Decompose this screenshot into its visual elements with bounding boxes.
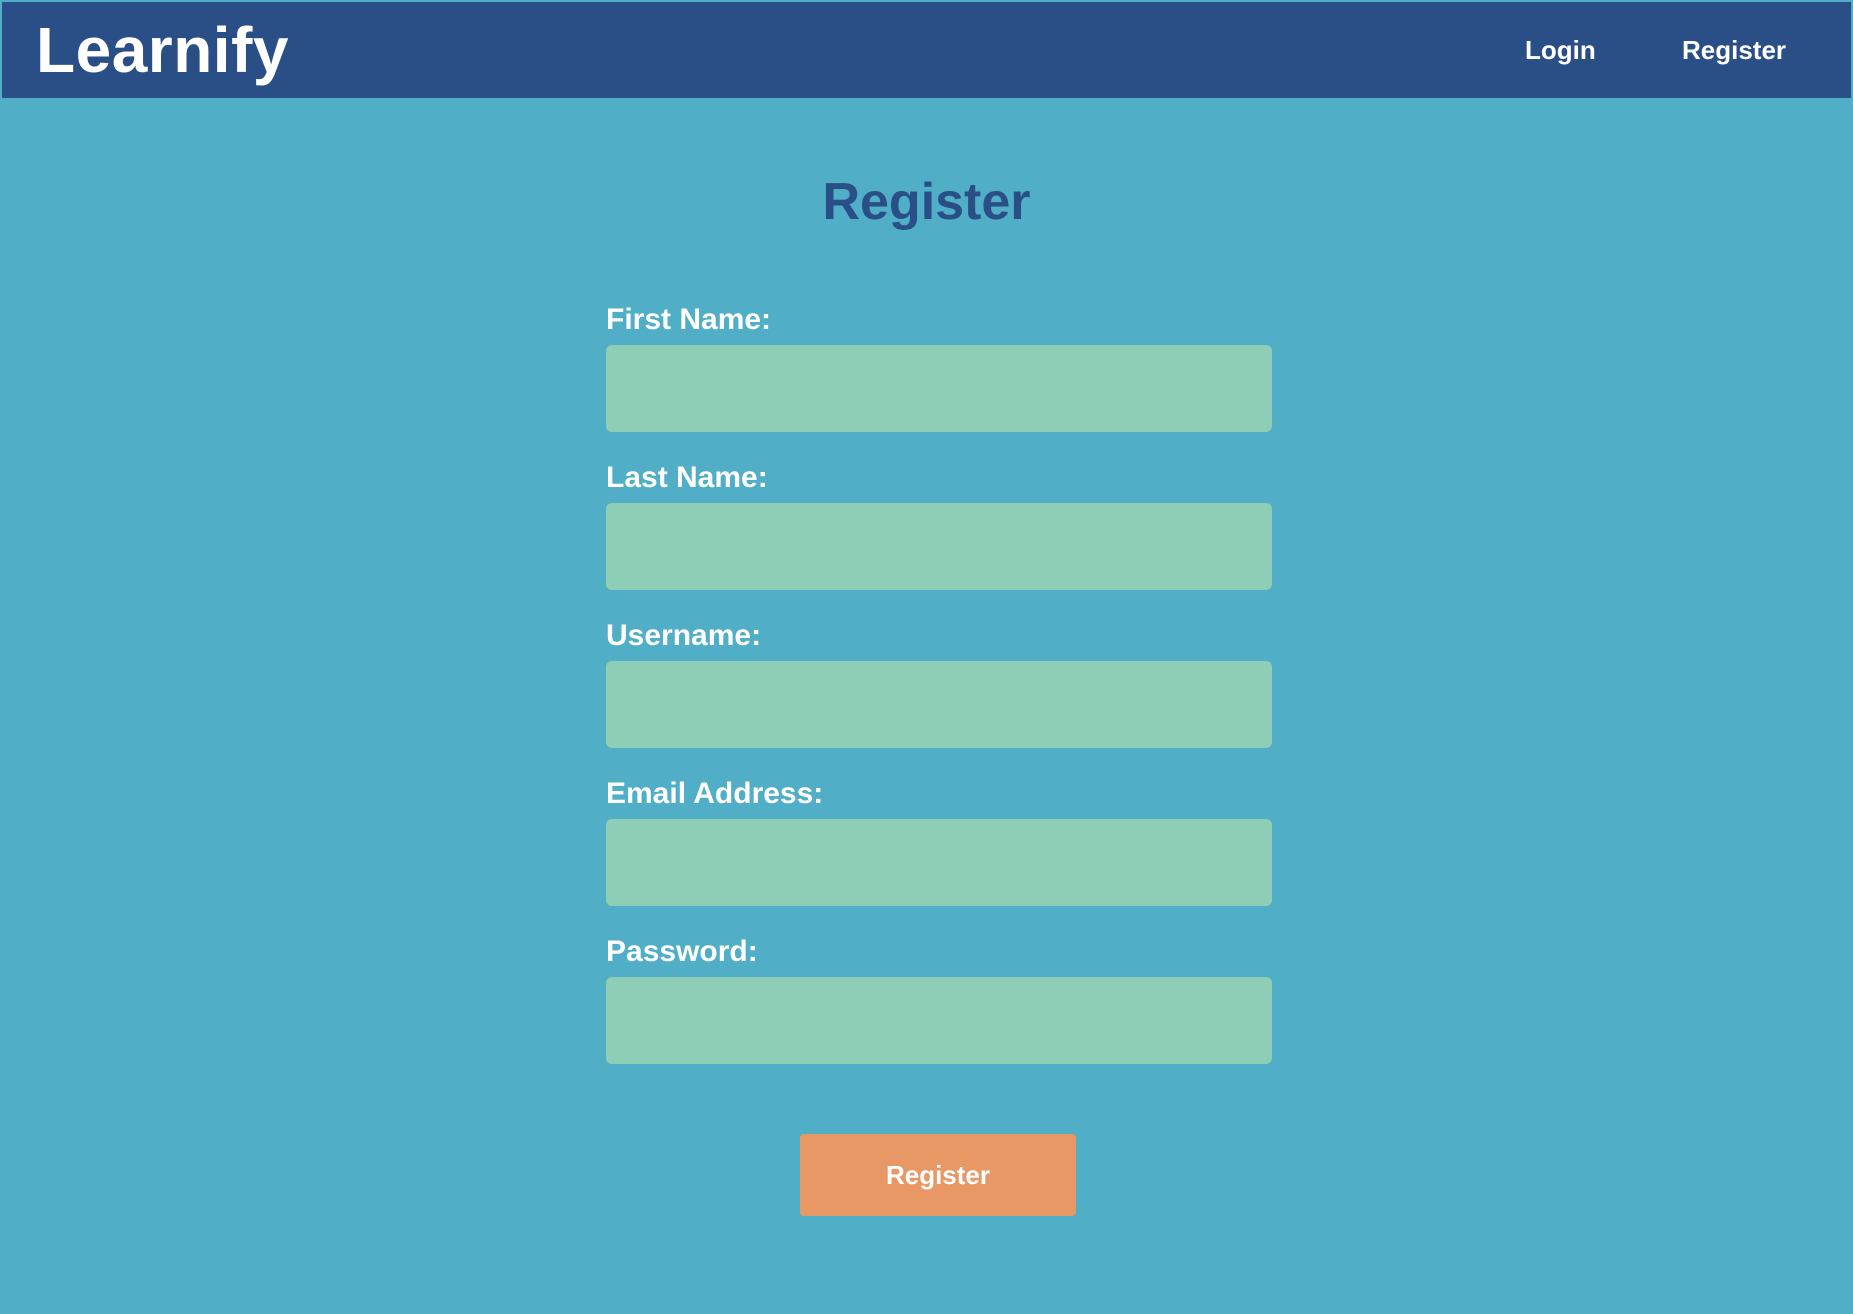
page-frame: Learnify Login Register Register First N… <box>2 2 1851 1312</box>
register-submit-button[interactable]: Register <box>800 1134 1076 1216</box>
nav-login-link[interactable]: Login <box>1525 30 1596 70</box>
first-name-input[interactable] <box>606 345 1272 432</box>
password-label: Password: <box>606 935 758 968</box>
username-input[interactable] <box>606 661 1272 748</box>
last-name-label: Last Name: <box>606 461 768 494</box>
first-name-label: First Name: <box>606 303 772 336</box>
page-title: Register <box>822 173 1031 231</box>
nav-register-link[interactable]: Register <box>1682 30 1786 70</box>
password-input[interactable] <box>606 977 1272 1064</box>
email-label: Email Address: <box>606 777 824 810</box>
username-label: Username: <box>606 619 762 652</box>
brand-logo[interactable]: Learnify <box>36 8 289 92</box>
last-name-input[interactable] <box>606 503 1272 590</box>
navbar: Learnify Login Register <box>2 2 1851 98</box>
email-input[interactable] <box>606 819 1272 906</box>
